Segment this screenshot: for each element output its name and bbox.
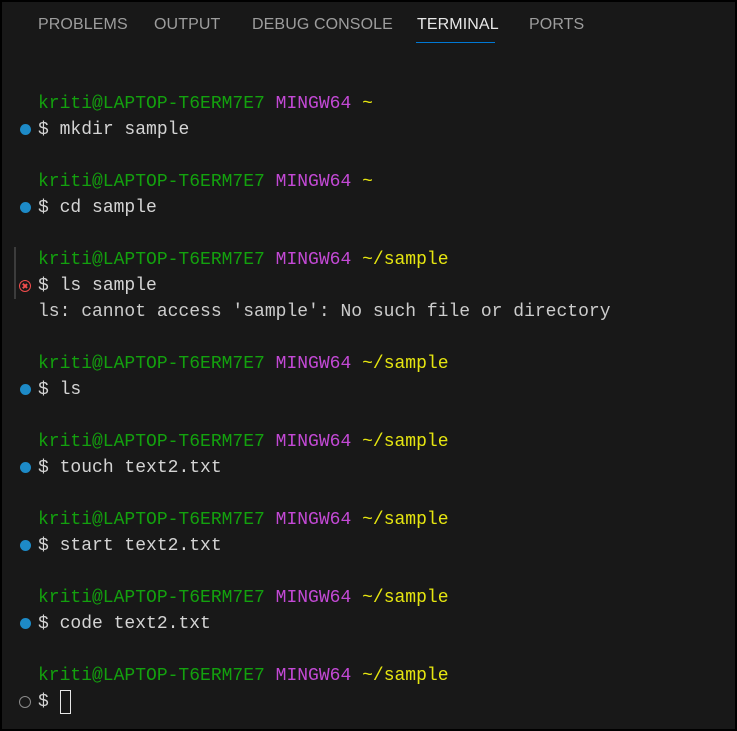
prompt-user-host: kriti@LAPTOP-T6ERM7E7	[38, 588, 265, 608]
prompt-path: ~/sample	[362, 510, 449, 530]
command-error-icon[interactable]	[19, 280, 31, 292]
command-text: code text2.txt	[59, 614, 211, 634]
prompt-shell: MINGW64	[275, 354, 352, 374]
command-text: ls	[59, 380, 82, 400]
prompt-path: ~	[362, 94, 373, 114]
prompt-path: ~/sample	[362, 588, 449, 608]
command-text: touch text2.txt	[59, 458, 222, 478]
prompt-dollar: $	[38, 458, 49, 478]
command-text: start text2.txt	[59, 536, 222, 556]
prompt-user-host: kriti@LAPTOP-T6ERM7E7	[38, 172, 265, 192]
command-text: ls sample	[59, 276, 157, 296]
prompt-line: kriti@LAPTOP-T6ERM7E7 MINGW64 ~/sample	[38, 247, 449, 273]
prompt-shell: MINGW64	[275, 94, 352, 114]
command-success-icon[interactable]	[20, 384, 31, 395]
command-success-icon[interactable]	[20, 202, 31, 213]
command-success-icon[interactable]	[20, 540, 31, 551]
prompt-user-host: kriti@LAPTOP-T6ERM7E7	[38, 666, 265, 686]
prompt-path: ~/sample	[362, 354, 449, 374]
command-output: ls: cannot access 'sample': No such file…	[38, 302, 611, 322]
prompt-user-host: kriti@LAPTOP-T6ERM7E7	[38, 94, 265, 114]
prompt-shell: MINGW64	[275, 666, 352, 686]
prompt-shell: MINGW64	[275, 588, 352, 608]
prompt-user-host: kriti@LAPTOP-T6ERM7E7	[38, 432, 265, 452]
prompt-dollar: $	[38, 120, 49, 140]
prompt-dollar: $	[38, 614, 49, 634]
command-line: $ cd sample	[38, 195, 157, 221]
prompt-line: kriti@LAPTOP-T6ERM7E7 MINGW64 ~/sample	[38, 663, 449, 689]
prompt-path: ~	[362, 172, 373, 192]
prompt-dollar: $	[38, 276, 49, 296]
prompt-path: ~/sample	[362, 432, 449, 452]
command-text: mkdir sample	[59, 120, 190, 140]
prompt-user-host: kriti@LAPTOP-T6ERM7E7	[38, 510, 265, 530]
prompt-line: kriti@LAPTOP-T6ERM7E7 MINGW64 ~/sample	[38, 351, 449, 377]
prompt-dollar: $	[38, 380, 49, 400]
prompt-user-host: kriti@LAPTOP-T6ERM7E7	[38, 250, 265, 270]
command-line: $ touch text2.txt	[38, 455, 222, 481]
prompt-line: kriti@LAPTOP-T6ERM7E7 MINGW64 ~/sample	[38, 507, 449, 533]
command-line: $ ls	[38, 377, 81, 403]
command-line: $ mkdir sample	[38, 117, 189, 143]
prompt-path: ~/sample	[362, 250, 449, 270]
command-success-icon[interactable]	[20, 618, 31, 629]
prompt-line: kriti@LAPTOP-T6ERM7E7 MINGW64 ~	[38, 91, 373, 117]
command-success-icon[interactable]	[20, 462, 31, 473]
prompt-dollar: $	[38, 536, 49, 556]
prompt-dollar: $	[38, 692, 49, 712]
prompt-line: kriti@LAPTOP-T6ERM7E7 MINGW64 ~	[38, 169, 373, 195]
prompt-shell: MINGW64	[275, 172, 352, 192]
terminal-output[interactable]: kriti@LAPTOP-T6ERM7E7 MINGW64 ~ $ mkdir s…	[2, 2, 735, 729]
prompt-line: kriti@LAPTOP-T6ERM7E7 MINGW64 ~/sample	[38, 429, 449, 455]
command-success-icon[interactable]	[20, 124, 31, 135]
prompt-path: ~/sample	[362, 666, 449, 686]
command-line: $ start text2.txt	[38, 533, 222, 559]
command-text: cd sample	[59, 198, 157, 218]
command-pending-icon[interactable]	[19, 696, 31, 708]
prompt-dollar: $	[38, 198, 49, 218]
prompt-shell: MINGW64	[275, 510, 352, 530]
prompt-user-host: kriti@LAPTOP-T6ERM7E7	[38, 354, 265, 374]
prompt-shell: MINGW64	[275, 432, 352, 452]
command-line: $ code text2.txt	[38, 611, 211, 637]
command-line: $	[38, 689, 49, 715]
terminal-panel: PROBLEMS OUTPUT DEBUG CONSOLE TERMINAL P…	[2, 2, 735, 729]
prompt-shell: MINGW64	[275, 250, 352, 270]
command-line: $ ls sample	[38, 273, 157, 299]
prompt-line: kriti@LAPTOP-T6ERM7E7 MINGW64 ~/sample	[38, 585, 449, 611]
terminal-cursor	[60, 690, 71, 714]
selected-command-gutter	[14, 247, 16, 299]
